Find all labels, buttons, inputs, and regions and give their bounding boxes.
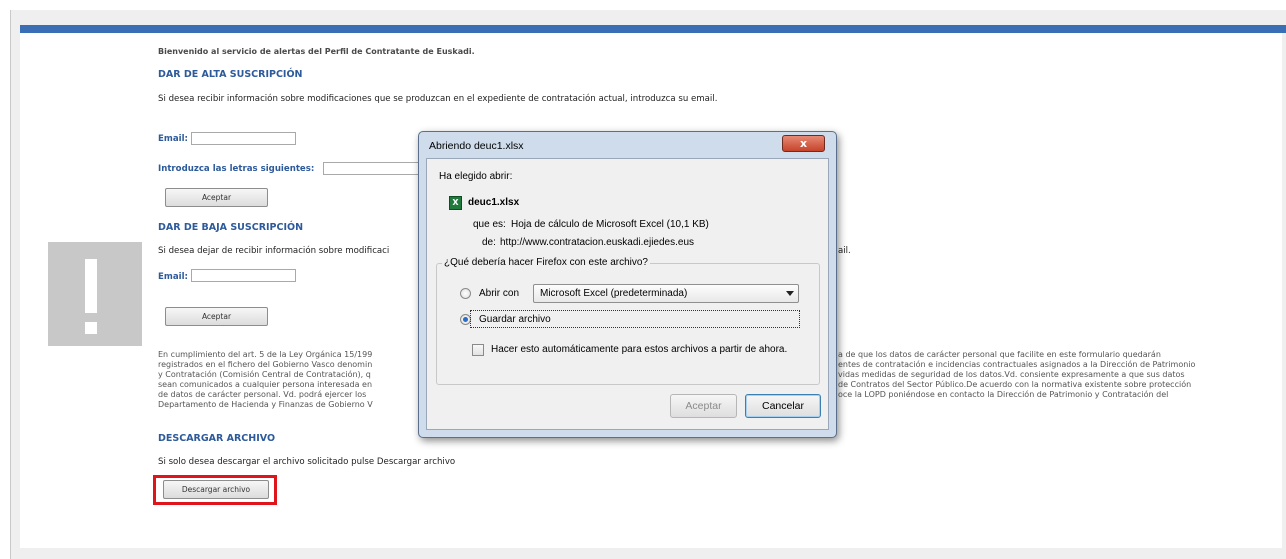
dialog-cancel-button[interactable]: Cancelar	[745, 394, 821, 418]
dialog-title: Abriendo deuc1.xlsx	[429, 140, 524, 152]
legal-line: Departamento de Hacienda y Finanzas de G…	[158, 400, 373, 409]
legal-text-right: a de que los datos de carácter personal …	[838, 350, 1195, 400]
warning-mark-bar	[85, 259, 97, 313]
legal-line: vidas medidas de seguridad de los datos.…	[838, 370, 1185, 379]
baja-email-label: Email:	[158, 272, 188, 282]
alta-email-label: Email:	[158, 134, 188, 144]
save-file-label: Guardar archivo	[479, 314, 551, 325]
legal-line: y Contratación (Comisión Central de Cont…	[158, 370, 371, 379]
type-label: que es:	[473, 219, 506, 230]
baja-email-input[interactable]	[191, 269, 296, 282]
legal-line: sean comunicados a cualquier persona int…	[158, 380, 373, 389]
open-with-label: Abrir con	[479, 288, 520, 299]
legal-line: a de que los datos de carácter personal …	[838, 350, 1161, 359]
captcha-label: Introduzca las letras siguientes:	[158, 164, 315, 174]
file-name: deuc1.xlsx	[468, 197, 520, 208]
chevron-down-icon	[786, 291, 794, 296]
excel-file-icon: X	[449, 196, 462, 210]
question-legend: ¿Qué debería hacer Firefox con este arch…	[442, 257, 650, 268]
descargar-heading: DESCARGAR ARCHIVO	[158, 433, 276, 444]
auto-checkbox[interactable]	[472, 344, 484, 356]
captcha-input[interactable]	[323, 162, 423, 175]
from-label: de:	[482, 237, 496, 248]
alta-accept-button[interactable]: Aceptar	[165, 188, 268, 207]
download-file-button[interactable]: Descargar archivo	[163, 480, 269, 499]
baja-accept-button[interactable]: Aceptar	[165, 307, 268, 326]
top-banner-bar	[20, 25, 1286, 33]
dialog-body: Ha elegido abrir: X deuc1.xlsx que es: H…	[426, 158, 829, 430]
close-icon[interactable]: x	[782, 135, 825, 152]
legal-line: entes de contratación e incidencias cont…	[838, 360, 1196, 369]
welcome-text: Bienvenido al servicio de alertas del Pe…	[158, 47, 475, 56]
alta-text: Si desea recibir información sobre modif…	[158, 94, 718, 104]
warning-mark-dot	[85, 322, 97, 334]
from-value: http://www.contratacion.euskadi.ejiedes.…	[500, 237, 694, 248]
legal-line: registrados en el fichero del Gobierno V…	[158, 360, 373, 369]
download-dialog: Abriendo deuc1.xlsx x Ha elegido abrir: …	[418, 131, 837, 438]
alta-email-input[interactable]	[191, 132, 296, 145]
baja-heading: DAR DE BAJA SUSCRIPCIÓN	[158, 222, 304, 233]
warning-icon	[48, 242, 142, 346]
alta-heading: DAR DE ALTA SUSCRIPCIÓN	[158, 69, 303, 80]
legal-line: En cumplimiento del art. 5 de la Ley Org…	[158, 350, 373, 359]
type-value: Hoja de cálculo de Microsoft Excel (10,1…	[511, 219, 709, 230]
baja-text: Si desea dejar de recibir información so…	[158, 246, 390, 256]
legal-line: de datos de carácter personal. Vd. podrá…	[158, 390, 367, 399]
dialog-accept-button[interactable]: Aceptar	[670, 394, 737, 418]
auto-label: Hacer esto automáticamente para estos ar…	[491, 344, 788, 355]
open-with-radio[interactable]	[460, 288, 471, 299]
baja-text-tail: ail.	[838, 246, 851, 256]
legal-line: oce la LOPD poniéndose en contacto la Di…	[838, 390, 1169, 399]
descargar-text: Si solo desea descargar el archivo solic…	[158, 457, 456, 467]
legal-line: de Contratos del Sector Público.De acuer…	[838, 380, 1192, 389]
legal-text-left: En cumplimiento del art. 5 de la Ley Org…	[158, 350, 373, 410]
chosen-label: Ha elegido abrir:	[439, 171, 513, 182]
app-select-value: Microsoft Excel (predeterminada)	[540, 288, 688, 299]
app-select[interactable]: Microsoft Excel (predeterminada)	[533, 284, 799, 303]
